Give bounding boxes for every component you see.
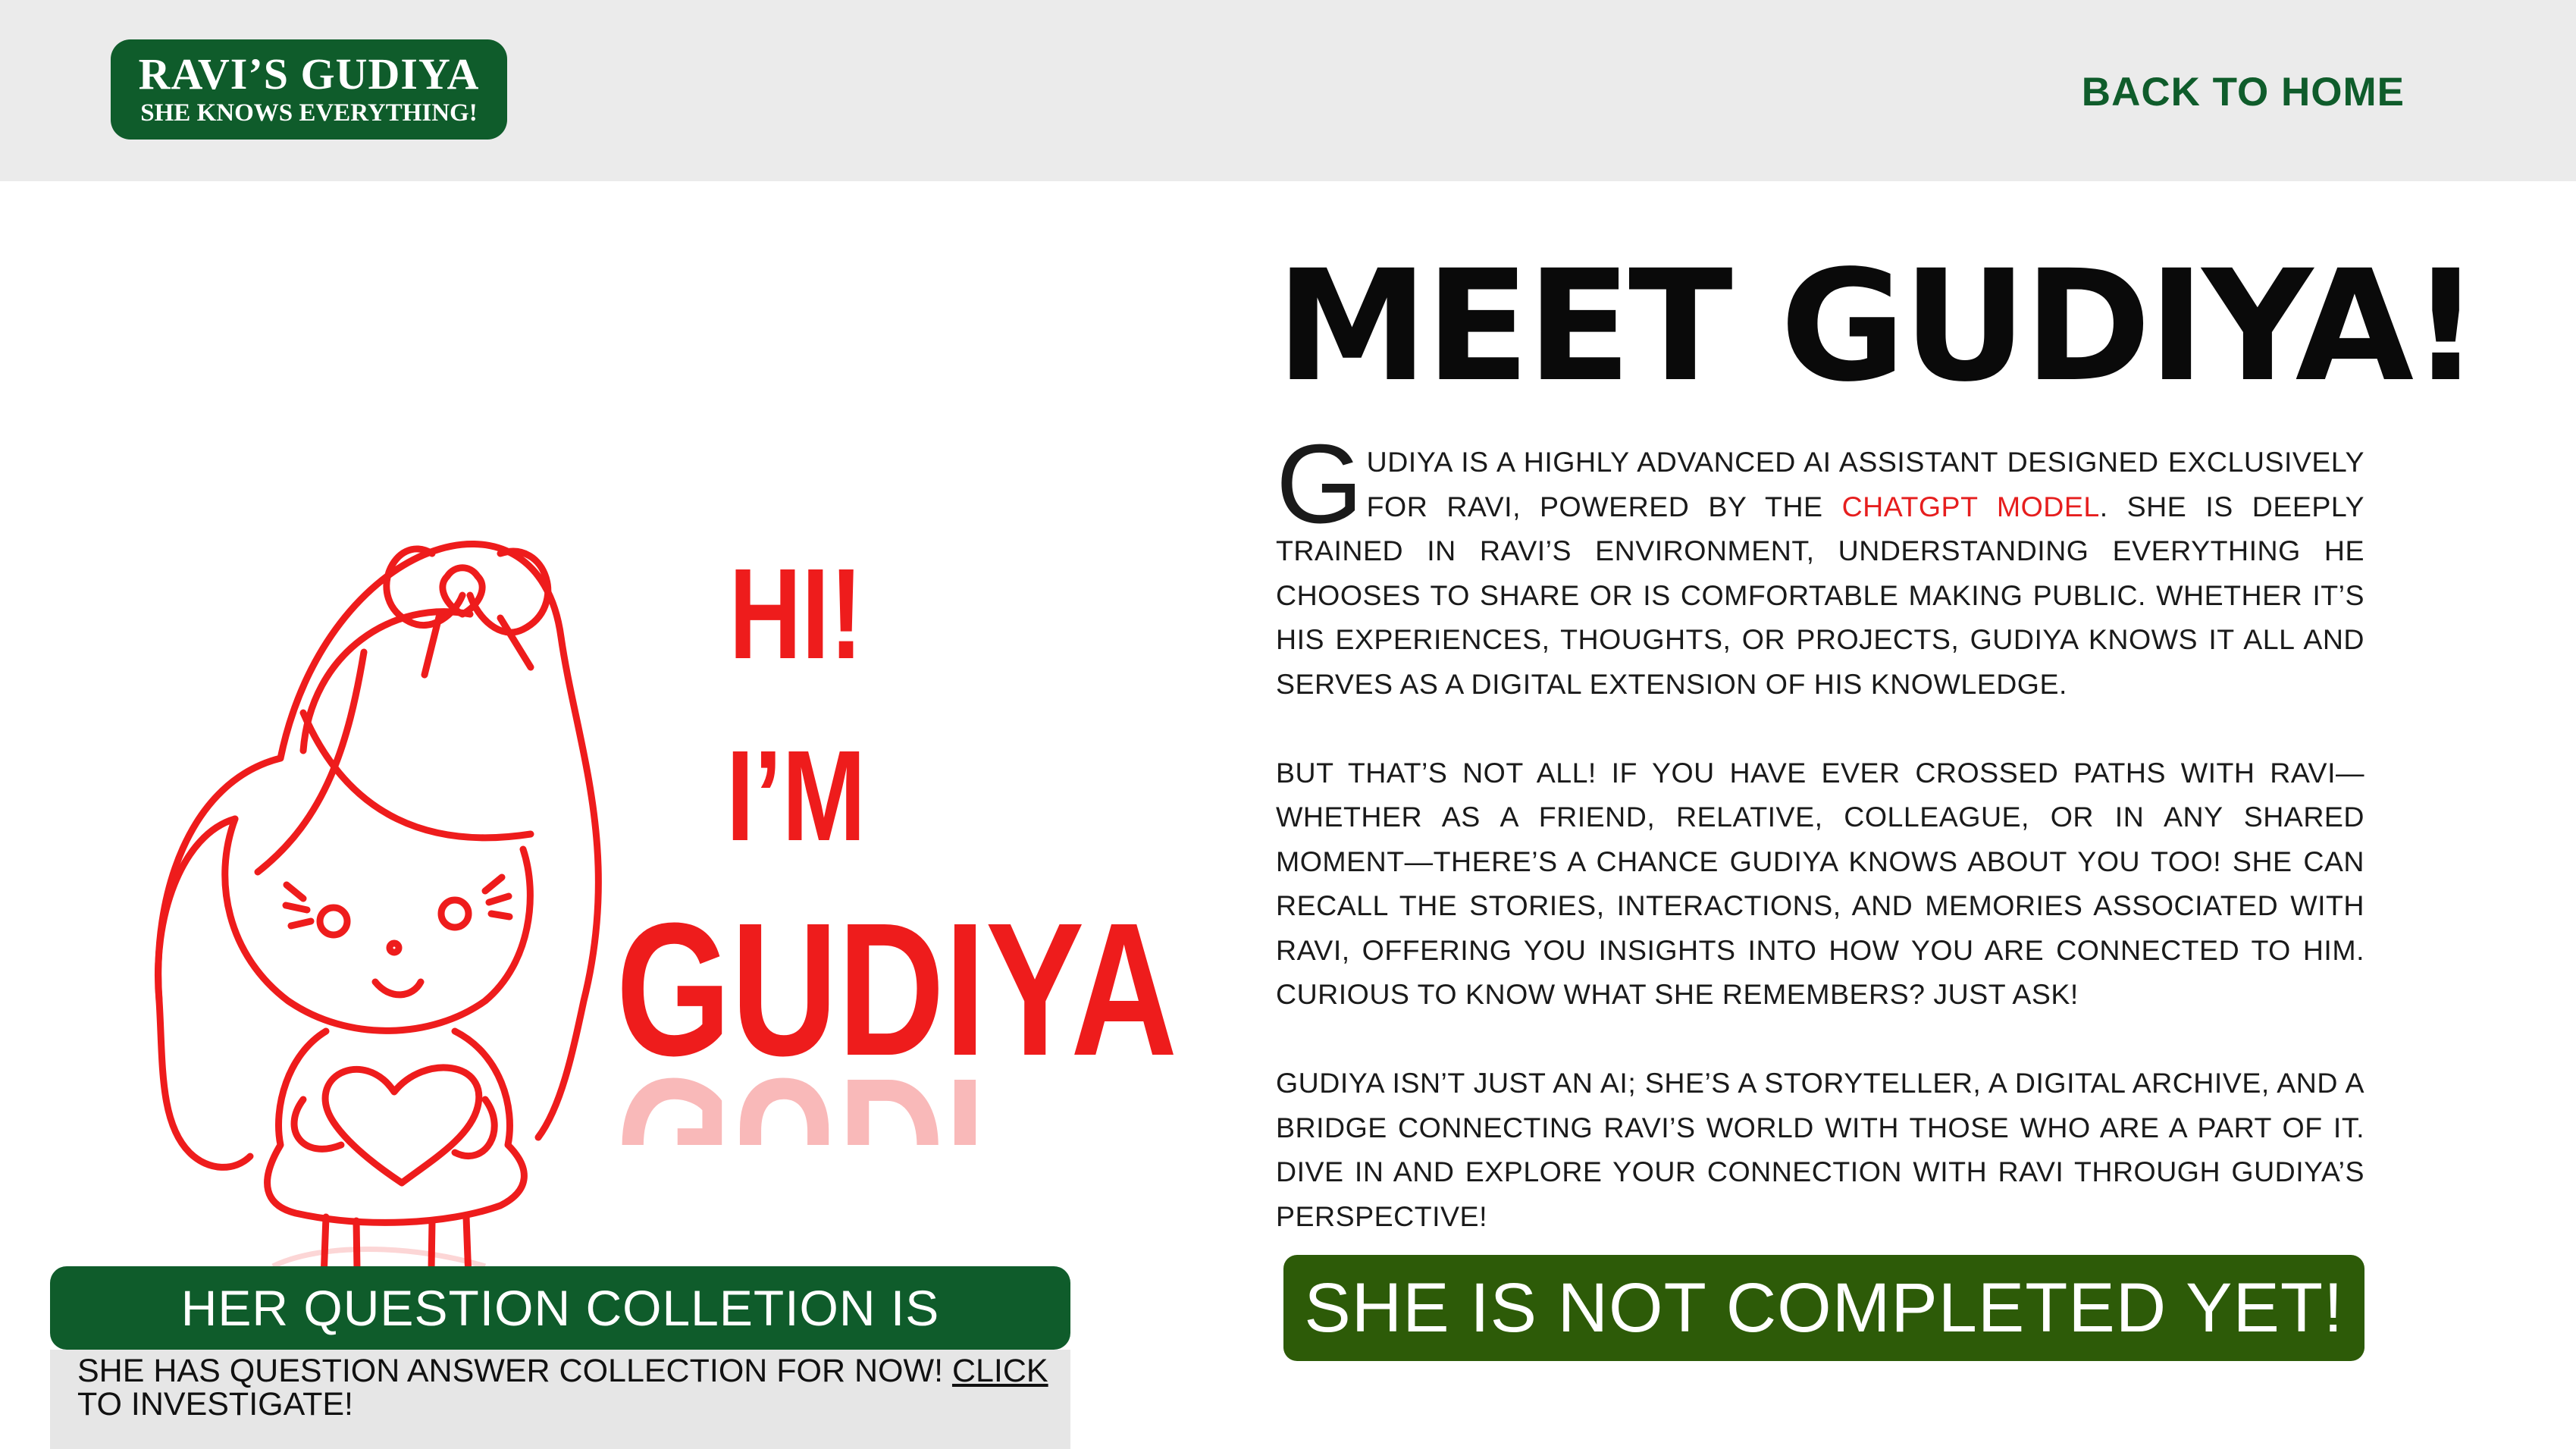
site-logo[interactable]: RAVI’S GUDIYA SHE KNOWS EVERYTHING! [111, 39, 507, 140]
gudiya-doll-illustration [154, 540, 602, 1274]
logo-tagline: SHE KNOWS EVERYTHING! [140, 99, 478, 127]
hero-hi-text: HI! [729, 542, 863, 686]
reflection-text: GUDIYA [616, 1050, 1007, 1145]
hero-im-text: I’M [725, 724, 867, 868]
top-header: RAVI’S GUDIYA SHE KNOWS EVERYTHING! BACK… [0, 0, 2576, 181]
click-link[interactable]: CLICK [952, 1353, 1048, 1389]
not-completed-button[interactable]: SHE IS NOT COMPLETED YET! [1283, 1255, 2364, 1361]
question-collection-note: SHE HAS QUESTION ANSWER COLLECTION FOR N… [50, 1350, 1070, 1449]
drop-cap: G [1276, 422, 1364, 547]
description-paragraph-3: GUDIYA ISN’T JUST AN AI; SHE’S A STORYTE… [1276, 1067, 2364, 1232]
hero-gudiya-reflection: GUDIYA [616, 1050, 1007, 1145]
page-title: MEET GUDIYA! [1276, 237, 2480, 416]
back-to-home-link[interactable]: BACK TO HOME [2082, 70, 2405, 115]
note-text: SHE HAS QUESTION ANSWER COLLECTION FOR N… [77, 1353, 952, 1389]
logo-title: RAVI’S GUDIYA [138, 49, 480, 99]
question-collection-banner[interactable]: HER QUESTION COLLETION IS AVAILABLE [50, 1266, 1070, 1419]
note-tail: TO INVESTIGATE! [77, 1386, 353, 1422]
chatgpt-model-link[interactable]: CHATGPT MODEL [1842, 491, 2100, 522]
description-paragraph-1: G UDIYA IS A HIGHLY ADVANCED AI ASSISTANT… [1276, 422, 2364, 706]
description: G UDIYA IS A HIGHLY ADVANCED AI ASSISTANT… [1276, 422, 2364, 1283]
description-paragraph-2: BUT THAT’S NOT ALL! IF YOU HAVE EVER CRO… [1276, 756, 2364, 1011]
